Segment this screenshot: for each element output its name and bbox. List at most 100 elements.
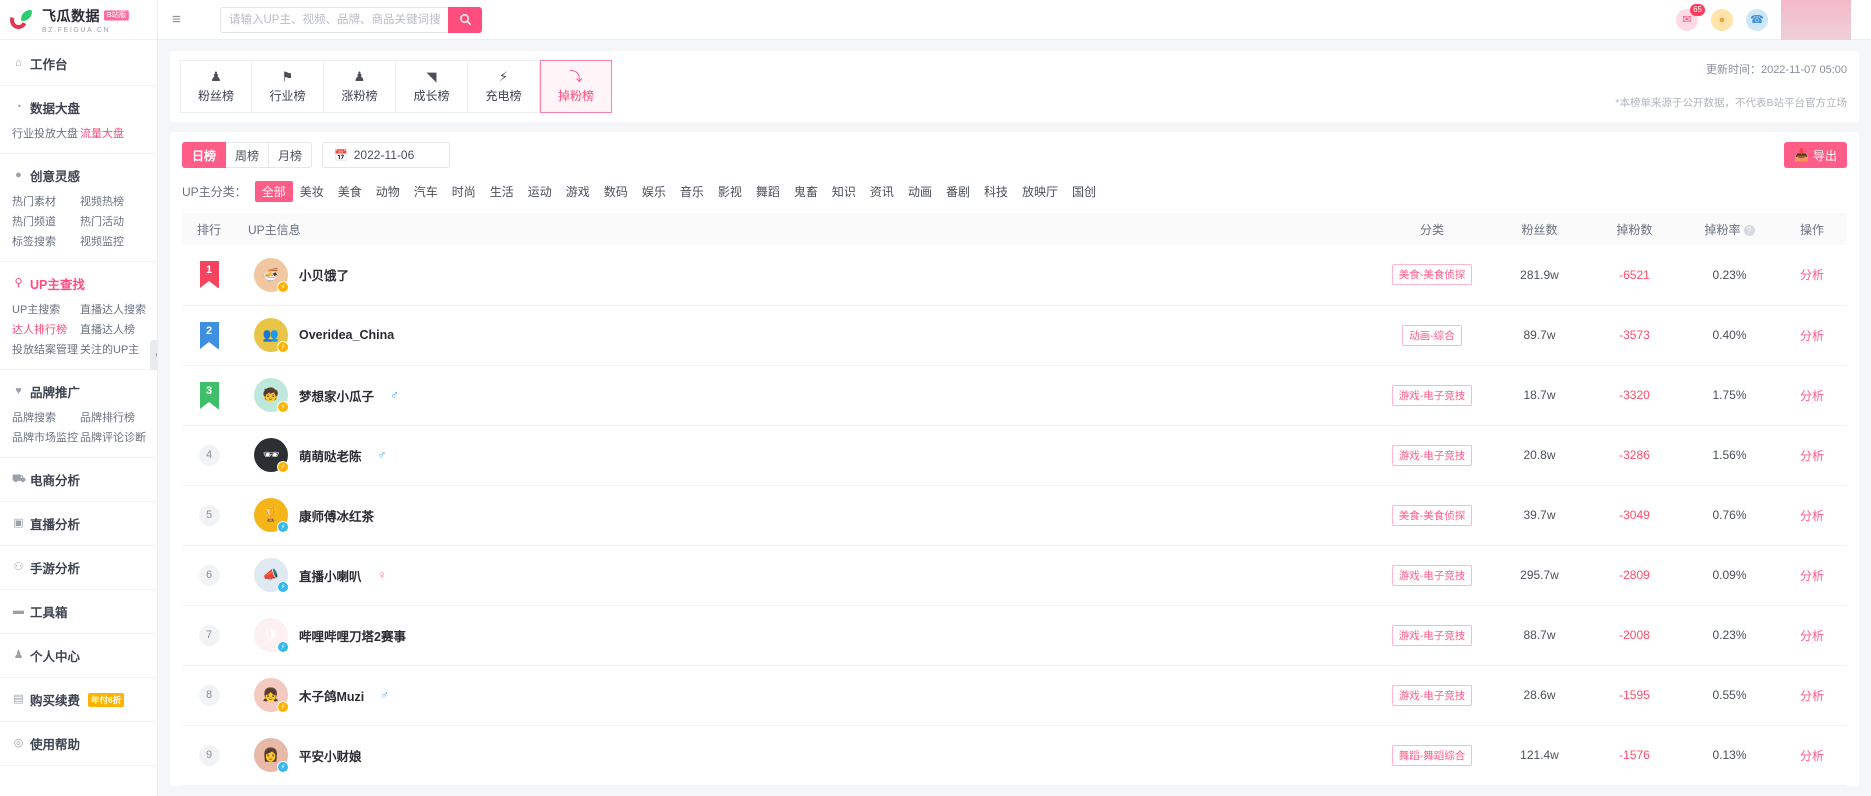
category-chip-9[interactable]: 数码 [597,181,635,202]
category-chip-17[interactable]: 动画 [901,181,939,202]
sidebar-subitem[interactable]: 行业投放大盘 [12,124,80,144]
category-chip-3[interactable]: 动物 [369,181,407,202]
export-button[interactable]: 📥 导出 [1784,142,1847,168]
category-chip-15[interactable]: 知识 [825,181,863,202]
avatar[interactable]: 🏆 ⚡ [254,498,289,533]
avatar[interactable]: 🧒 ⚡ [254,378,289,413]
sidebar-subitem[interactable]: 关注的UP主 [80,340,148,360]
avatar[interactable]: 👩 ⚡ [254,738,289,773]
sidebar-subitem[interactable]: 视频监控 [80,232,148,252]
coin-icon[interactable]: ● [1711,8,1733,31]
period-2[interactable]: 月榜 [269,142,313,168]
up-name[interactable]: 梦想家小瓜子 [299,386,374,405]
up-name[interactable]: 平安小财娘 [299,746,362,765]
analyze-link[interactable]: 分析 [1800,329,1824,343]
question-circle-icon[interactable]: ? [1743,224,1755,236]
analyze-link[interactable]: 分析 [1800,569,1824,583]
category-chip-6[interactable]: 生活 [483,181,521,202]
tab-2[interactable]: ♟ 涨粉榜 [324,60,396,113]
sidebar-subitem[interactable]: 投放结案管理 [12,340,80,360]
category-chip-11[interactable]: 音乐 [673,181,711,202]
category-chip-7[interactable]: 运动 [521,181,559,202]
up-name[interactable]: 直播小喇叭 [299,566,362,585]
sidebar-item-0[interactable]: ⌂ 工作台 [0,49,157,78]
avatar[interactable]: 🍜 ⚡ [254,257,289,293]
hamburger-menu-icon[interactable]: ≡ [172,11,192,28]
analyze-link[interactable]: 分析 [1800,389,1824,403]
up-name[interactable]: 萌萌哒老陈 [299,446,362,465]
search-button[interactable] [448,6,482,33]
sidebar-subitem[interactable]: 流量大盘 [80,124,148,144]
up-name[interactable]: Overidea_China [299,328,394,342]
category-chip-2[interactable]: 美食 [331,181,369,202]
tab-0[interactable]: ♟ 粉丝榜 [180,60,252,113]
up-name[interactable]: 小贝饿了 [299,265,349,284]
sidebar-item-3[interactable]: ⚲ UP主查找 [0,269,157,298]
avatar[interactable]: 🛡 ⚡ [254,618,289,653]
sidebar-subitem[interactable]: 热门频道 [12,212,80,232]
sidebar-item-7[interactable]: ⚇ 手游分析 [0,553,157,582]
search-input[interactable] [220,6,448,33]
category-chip-14[interactable]: 鬼畜 [787,181,825,202]
sidebar-subitem[interactable]: 品牌市场监控 [12,428,80,448]
sidebar-subitem[interactable]: 直播达人搜索 [80,300,148,320]
sidebar-subitem[interactable]: 品牌评论诊断 [80,428,148,448]
headset-icon[interactable]: ☎ [1746,8,1768,31]
analyze-link[interactable]: 分析 [1800,268,1824,282]
category-chip-13[interactable]: 舞蹈 [749,181,787,202]
category-chip-10[interactable]: 娱乐 [635,181,673,202]
brand-logo-block[interactable]: 飞瓜数据 B站版 BZ.FEIGUA.CN [0,0,157,40]
sidebar-subitem[interactable]: 热门素材 [12,192,80,212]
sidebar-collapse-toggle[interactable]: « [150,340,157,370]
sidebar-item-10[interactable]: ▤ 购买续费 年付6折 [0,685,157,714]
category-chip-12[interactable]: 影视 [711,181,749,202]
category-chip-5[interactable]: 时尚 [445,181,483,202]
sidebar-item-2[interactable]: ● 创意灵感 [0,161,157,190]
up-name[interactable]: 木子鸽Muzi [299,686,364,705]
sidebar-subitem[interactable]: 达人排行榜 [12,320,80,340]
sidebar-subitem[interactable]: 直播达人榜 [80,320,148,340]
sidebar-item-1[interactable]: ◔ 数据大盘 [0,93,157,122]
sidebar-item-9[interactable]: ♟ 个人中心 [0,641,157,670]
sidebar-item-5[interactable]: ⛟ 电商分析 [0,465,157,494]
date-picker[interactable]: 📅 2022-11-06 [322,142,451,168]
sidebar-subitem[interactable]: 品牌排行榜 [80,408,148,428]
tab-5[interactable]: ⤵ 掉粉榜 [540,60,612,113]
tab-3[interactable]: ◥ 成长榜 [396,60,468,113]
category-chip-8[interactable]: 游戏 [559,181,597,202]
analyze-link[interactable]: 分析 [1800,509,1824,523]
period-1[interactable]: 周榜 [226,142,270,168]
avatar[interactable]: 👧 ⚡ [254,678,289,713]
category-chip-21[interactable]: 国创 [1065,181,1103,202]
analyze-link[interactable]: 分析 [1800,449,1824,463]
category-chip-18[interactable]: 番剧 [939,181,977,202]
category-chip-19[interactable]: 科技 [977,181,1015,202]
category-chip-16[interactable]: 资讯 [863,181,901,202]
sidebar-subitem[interactable]: 视频热榜 [80,192,148,212]
category-chip-1[interactable]: 美妆 [293,181,331,202]
sidebar-item-8[interactable]: ▬ 工具箱 [0,597,157,626]
sidebar-subitem[interactable]: 品牌搜索 [12,408,80,428]
analyze-link[interactable]: 分析 [1800,749,1824,763]
period-0[interactable]: 日榜 [182,142,227,168]
category-chip-20[interactable]: 放映厅 [1015,181,1065,202]
category-chip-0[interactable]: 全部 [254,181,293,202]
up-name[interactable]: 哔哩哔哩刀塔2赛事 [299,626,406,645]
tab-4[interactable]: ⚡ 充电榜 [468,60,540,113]
avatar[interactable]: 🕶 ⚡ [254,438,289,473]
mail-icon[interactable]: ✉ 65 [1676,3,1705,31]
sidebar-subitem[interactable]: UP主搜索 [12,300,80,320]
sidebar-item-4[interactable]: ♥ 品牌推广 [0,377,157,406]
sidebar-item-6[interactable]: ▣ 直播分析 [0,509,157,538]
avatar[interactable]: 👥 ⚡ [254,318,289,353]
up-name[interactable]: 康师傅冰红茶 [299,506,374,525]
sidebar-item-11[interactable]: ◎ 使用帮助 [0,729,157,758]
analyze-link[interactable]: 分析 [1800,689,1824,703]
analyze-link[interactable]: 分析 [1800,629,1824,643]
category-chip-4[interactable]: 汽车 [407,181,445,202]
avatar[interactable]: 📣 ⚡ [254,558,289,593]
sidebar-subitem[interactable]: 热门活动 [80,212,148,232]
user-avatar[interactable] [1781,0,1851,40]
sidebar-subitem[interactable]: 标签搜索 [12,232,80,252]
tab-1[interactable]: ⚑ 行业榜 [252,60,324,113]
